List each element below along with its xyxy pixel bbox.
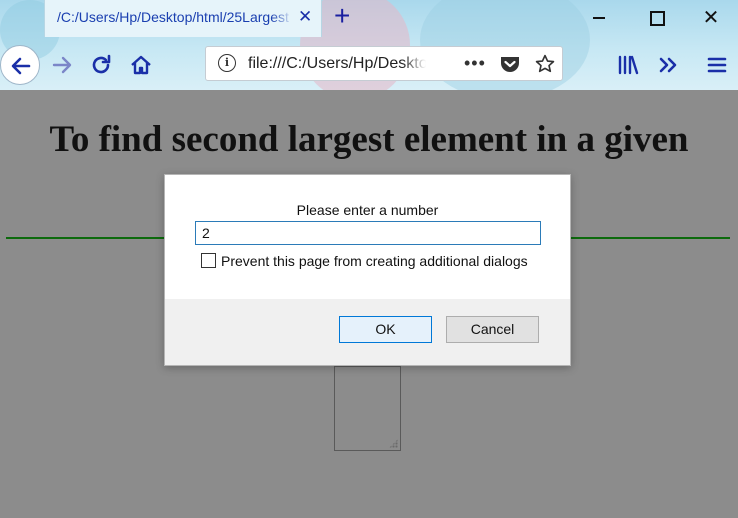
back-button[interactable] [0,45,40,85]
tab-active[interactable]: /C:/Users/Hp/Desktop/html/25Largest ✕ [44,0,322,37]
new-tab-button[interactable]: + [334,2,350,30]
browser-toolbar: /C:/Users/Hp/Desktop/html/25Largest ✕ + … [0,0,738,90]
pocket-icon[interactable] [499,54,521,74]
window-minimize-button[interactable] [590,8,610,28]
library-icon[interactable] [616,53,640,77]
overflow-chevrons-icon[interactable] [657,53,681,77]
site-info-icon[interactable]: i [218,54,236,72]
address-bar[interactable]: i file:///C:/Users/Hp/Desktop/html/25Lar… [205,46,563,81]
cancel-button[interactable]: Cancel [446,316,539,343]
dialog-message: Please enter a number [296,202,439,218]
dialog-body: Please enter a number Prevent this page … [165,175,570,299]
hamburger-menu-icon[interactable] [705,53,729,77]
window-close-button[interactable]: ✕ [701,8,721,28]
tab-title: /C:/Users/Hp/Desktop/html/25Largest [57,9,293,25]
window-maximize-button[interactable] [646,8,666,28]
back-arrow-icon [11,57,31,75]
number-input[interactable] [195,221,541,245]
forward-arrow-icon[interactable] [50,53,74,77]
prevent-dialogs-checkbox[interactable] [201,253,216,268]
url-text[interactable]: file:///C:/Users/Hp/Desktop/html/25Large… [248,55,426,73]
page-actions-icon[interactable]: ••• [464,53,486,74]
resize-grip-icon[interactable] [389,439,398,448]
home-icon[interactable] [129,53,153,77]
ok-button[interactable]: OK [339,316,432,343]
page-heading: To find second largest element in a give… [49,119,689,160]
tab-close-icon[interactable]: ✕ [298,8,312,25]
prevent-dialogs-label[interactable]: Prevent this page from creating addition… [221,253,528,269]
prompt-dialog: Please enter a number Prevent this page … [164,174,571,366]
bookmark-star-icon[interactable] [534,53,556,75]
page-textarea[interactable] [334,366,401,451]
reload-icon[interactable] [89,53,113,77]
